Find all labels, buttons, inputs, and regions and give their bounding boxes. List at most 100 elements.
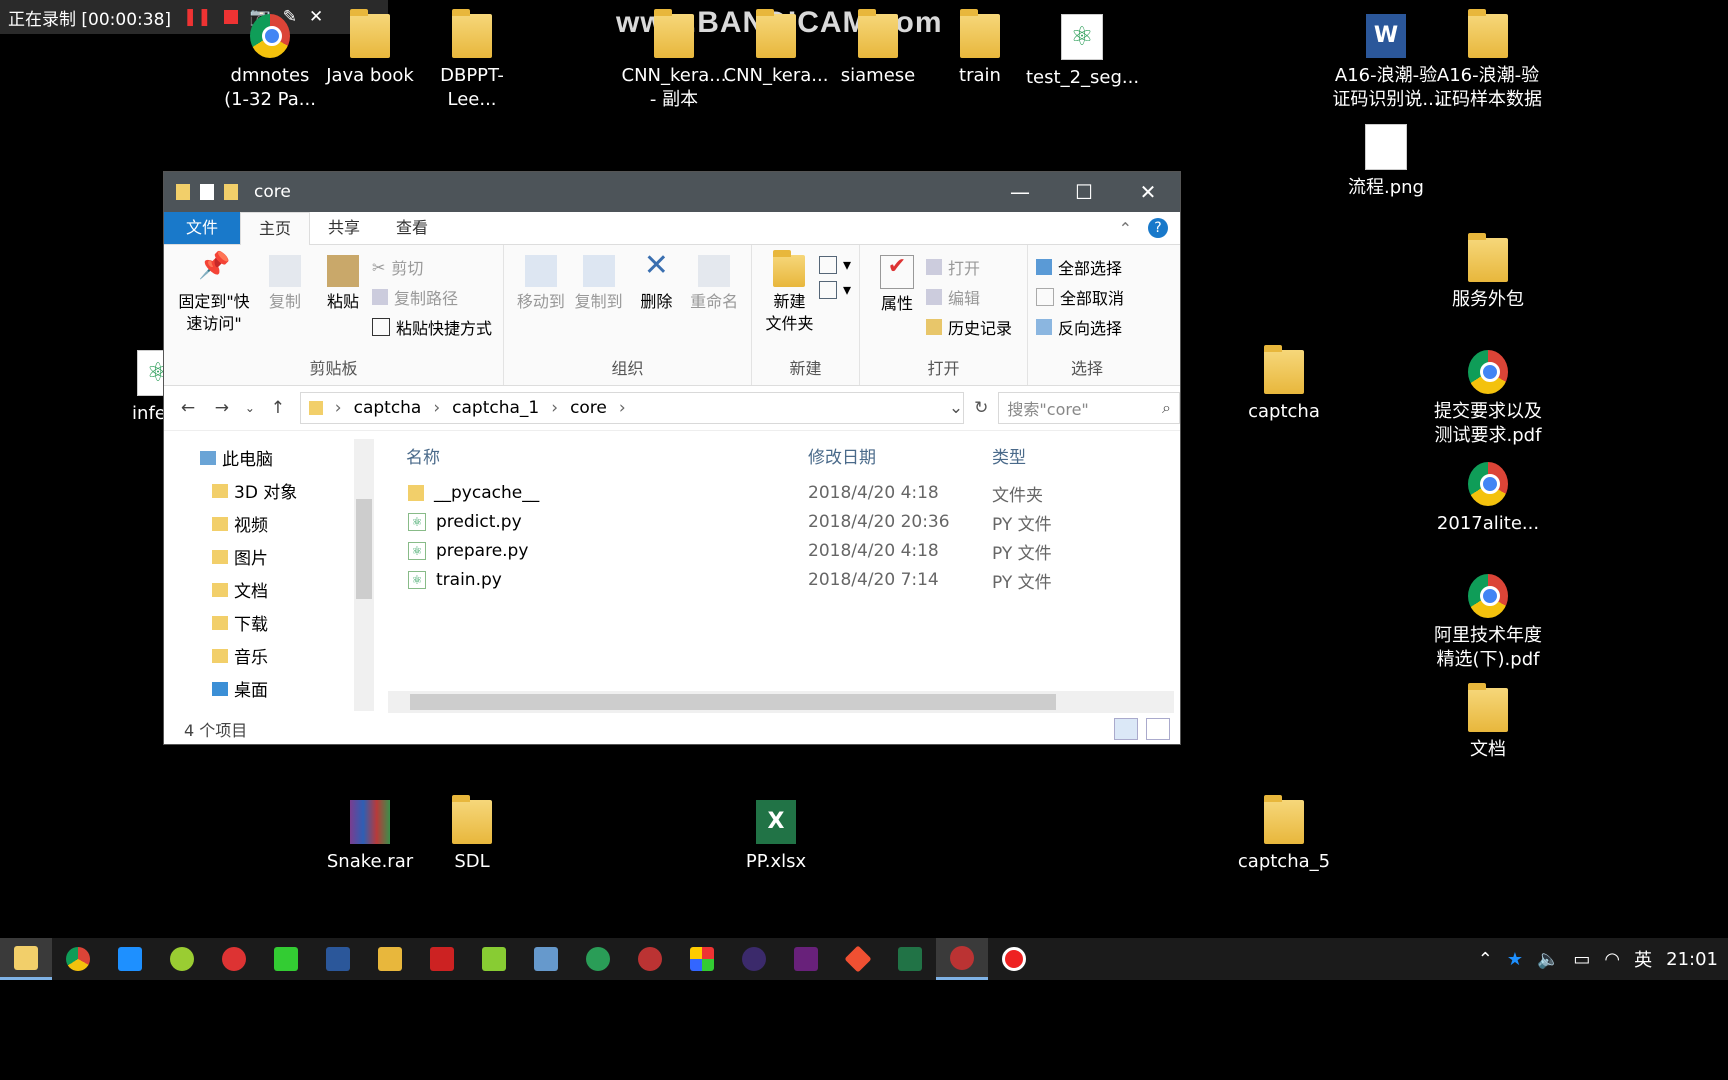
scrollbar-thumb[interactable] xyxy=(356,499,372,599)
desktop-icon[interactable]: A16-浪潮-验 证码样本数据 xyxy=(1432,9,1544,112)
back-arrow-icon[interactable]: ← xyxy=(176,398,200,418)
file-explorer-taskbar-button[interactable] xyxy=(0,938,52,980)
desktop-icon[interactable]: CNN_kera... - 副本 xyxy=(618,9,730,112)
filezilla-taskbar-button[interactable] xyxy=(416,938,468,980)
visual-studio-taskbar-button[interactable] xyxy=(780,938,832,980)
breadcrumb-captcha[interactable]: captcha xyxy=(354,398,422,418)
new-item-button[interactable]: ▾ xyxy=(818,255,851,274)
new-folder-icon[interactable] xyxy=(224,184,238,200)
maximize-button[interactable]: ☐ xyxy=(1052,180,1116,204)
select-none-button[interactable]: 全部取消 xyxy=(1036,285,1124,309)
desktop-icon[interactable]: dmnotes (1-32 Pa... xyxy=(214,14,326,112)
cut-button[interactable]: ✂ 剪切 xyxy=(372,255,492,279)
nav-downloads[interactable]: 下载 xyxy=(212,610,268,635)
file-row[interactable]: ⚛ train.py 2018/4/20 7:14 PY 文件 xyxy=(408,570,1052,593)
git-taskbar-button[interactable] xyxy=(832,938,884,980)
chevron-up-icon[interactable]: ⌃ xyxy=(1478,949,1493,970)
chrome-taskbar-button[interactable] xyxy=(52,938,104,980)
wifi-icon[interactable]: ◠ xyxy=(1604,949,1620,970)
desktop-icon[interactable]: 流程.png xyxy=(1330,124,1442,200)
app-taskbar-button[interactable] xyxy=(156,938,208,980)
file-row[interactable]: ⚛ prepare.py 2018/4/20 4:18 PY 文件 xyxy=(408,541,1052,564)
tray-app-icon[interactable]: ★ xyxy=(1507,949,1523,970)
desktop-icon[interactable]: captcha xyxy=(1228,345,1340,424)
volume-icon[interactable]: 🔈 xyxy=(1537,949,1559,970)
address-dropdown-icon[interactable]: ⌄ xyxy=(949,398,963,418)
clock[interactable]: 21:01 xyxy=(1666,949,1718,970)
nav-videos[interactable]: 视频 xyxy=(212,511,268,536)
nav-desktop[interactable]: 桌面 xyxy=(212,676,268,701)
column-date[interactable]: 修改日期 xyxy=(808,443,876,468)
desktop-icon[interactable]: train xyxy=(924,9,1036,88)
atom-taskbar-button[interactable] xyxy=(572,938,624,980)
minimize-button[interactable]: — xyxy=(988,180,1052,204)
file-row[interactable]: ⚛ predict.py 2018/4/20 20:36 PY 文件 xyxy=(408,512,1052,535)
column-type[interactable]: 类型 xyxy=(992,443,1026,468)
app-taskbar-button[interactable] xyxy=(936,938,988,980)
app-taskbar-button[interactable] xyxy=(104,938,156,980)
excel-taskbar-button[interactable] xyxy=(884,938,936,980)
edit-button[interactable]: 编辑 xyxy=(926,285,1012,309)
open-button[interactable]: 打开 xyxy=(926,255,1012,279)
tab-view[interactable]: 查看 xyxy=(378,212,446,244)
tab-home[interactable]: 主页 xyxy=(240,211,311,245)
tab-share[interactable]: 共享 xyxy=(310,212,378,244)
desktop-icon[interactable]: 2017alite... xyxy=(1432,462,1544,536)
desktop-icon[interactable]: Java book xyxy=(314,9,426,88)
desktop-icon[interactable]: SDL xyxy=(416,795,528,874)
nav-music[interactable]: 音乐 xyxy=(212,643,268,668)
select-all-button[interactable]: 全部选择 xyxy=(1036,255,1124,279)
app-taskbar-button[interactable] xyxy=(468,938,520,980)
desktop-icon[interactable]: captcha_5 xyxy=(1228,795,1340,874)
app-taskbar-button[interactable] xyxy=(520,938,572,980)
horizontal-scrollbar[interactable] xyxy=(388,691,1174,713)
tab-file[interactable]: 文件 xyxy=(164,212,240,244)
netease-music-taskbar-button[interactable] xyxy=(208,938,260,980)
history-button[interactable]: 历史记录 xyxy=(926,315,1012,339)
app-taskbar-button[interactable] xyxy=(676,938,728,980)
easy-access-button[interactable]: ▾ xyxy=(818,280,851,299)
collapse-ribbon-icon[interactable]: ⌃ xyxy=(1119,219,1132,238)
breadcrumb-core[interactable]: core xyxy=(570,398,607,418)
desktop-icon[interactable]: CNN_kera... xyxy=(720,9,832,88)
forward-arrow-icon[interactable]: → xyxy=(210,398,234,418)
desktop-icon[interactable]: 提交要求以及 测试要求.pdf xyxy=(1432,350,1544,448)
breadcrumb-captcha-1[interactable]: captcha_1 xyxy=(452,398,539,418)
nav-this-pc[interactable]: 此电脑 xyxy=(200,445,273,470)
column-name[interactable]: 名称 xyxy=(406,443,440,468)
pause-icon[interactable]: ❚❚ xyxy=(183,7,212,27)
desktop-icon[interactable]: 阿里技术年度 精选(下).pdf xyxy=(1432,574,1544,672)
file-row[interactable]: __pycache__ 2018/4/20 4:18 文件夹 xyxy=(408,483,1043,506)
invert-selection-button[interactable]: 反向选择 xyxy=(1036,315,1124,339)
nav-3d-objects[interactable]: 3D 对象 xyxy=(212,478,297,503)
iqiyi-taskbar-button[interactable] xyxy=(260,938,312,980)
app-taskbar-button[interactable] xyxy=(364,938,416,980)
battery-icon[interactable]: ▭ xyxy=(1573,949,1590,970)
details-view-icon[interactable] xyxy=(1114,718,1138,740)
up-arrow-icon[interactable]: ↑ xyxy=(266,398,290,418)
eclipse-taskbar-button[interactable] xyxy=(728,938,780,980)
app-taskbar-button[interactable] xyxy=(624,938,676,980)
nav-scrollbar[interactable] xyxy=(354,439,374,711)
desktop-icon[interactable]: 文档 xyxy=(1432,683,1544,762)
bandicam-taskbar-button[interactable] xyxy=(988,938,1040,980)
desktop-icon[interactable]: W A16-浪潮-验 证码识别说... xyxy=(1330,14,1442,112)
input-method[interactable]: 英 xyxy=(1634,946,1652,972)
desktop-icon[interactable]: siamese xyxy=(822,9,934,88)
desktop-icon[interactable]: 服务外包 xyxy=(1432,233,1544,312)
desktop-icon[interactable]: DBPPT-Lee... xyxy=(416,9,528,112)
scrollbar-thumb[interactable] xyxy=(410,694,1056,710)
desktop-icon[interactable]: X PP.xlsx xyxy=(720,800,832,874)
desktop-icon[interactable]: ⚛ test_2_seg... xyxy=(1026,14,1139,90)
nav-documents[interactable]: 文档 xyxy=(212,577,268,602)
word-taskbar-button[interactable] xyxy=(312,938,364,980)
paste-shortcut-button[interactable]: 粘贴快捷方式 xyxy=(372,315,492,339)
desktop-icon[interactable]: Snake.rar xyxy=(314,800,426,874)
search-input[interactable]: 搜索"core" xyxy=(1007,396,1088,420)
recent-locations-icon[interactable]: ⌄ xyxy=(244,401,256,415)
search-box[interactable]: 搜索"core" ⌕ xyxy=(998,392,1180,424)
close-button[interactable]: ✕ xyxy=(1116,180,1180,204)
help-icon[interactable]: ? xyxy=(1148,218,1168,238)
copy-path-button[interactable]: 复制路径 xyxy=(372,285,492,309)
address-bar[interactable]: › captcha › captcha_1 › core › ⌄ xyxy=(299,392,965,424)
